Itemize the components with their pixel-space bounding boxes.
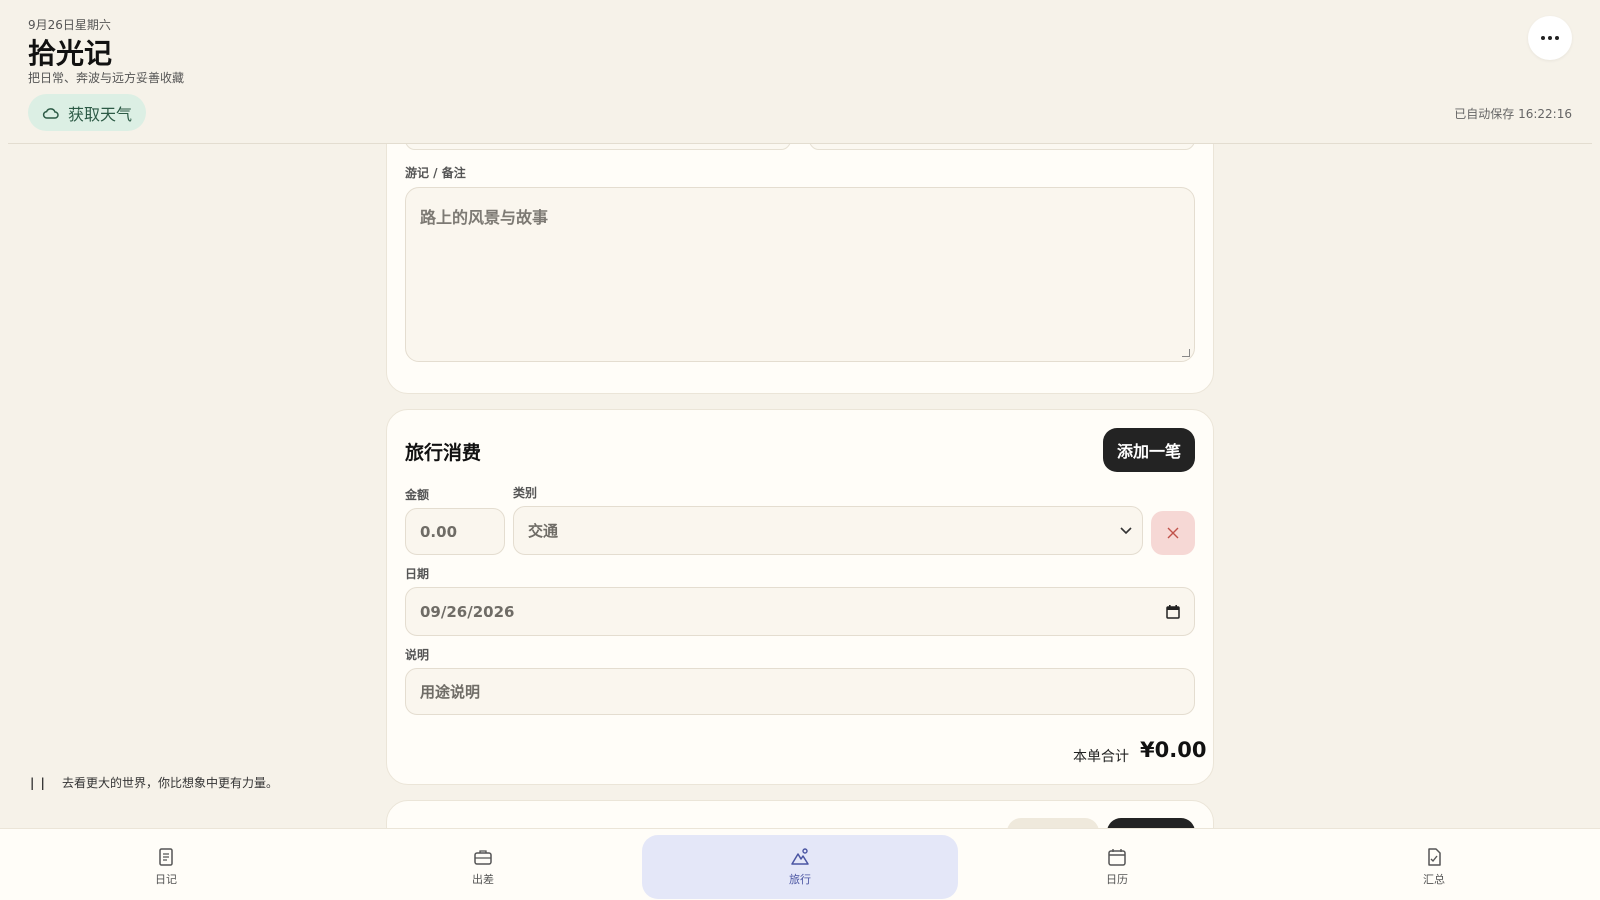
header-divider [8, 143, 1592, 144]
total-label: 本单合计 [1073, 749, 1129, 765]
journal-label: 游记 / 备注 [405, 166, 466, 180]
note-icon [159, 848, 173, 866]
calendar-icon [1108, 849, 1126, 866]
note-input[interactable]: 用途说明 [405, 668, 1195, 715]
add-expense-button[interactable]: 添加一笔 [1103, 428, 1195, 472]
quote-bar: | | 去看更大的世界，你比想象中更有力量。 [30, 774, 278, 791]
chevron-down-icon [1120, 526, 1132, 534]
date-input[interactable]: 09/26/2026 [405, 587, 1195, 636]
nav-label-business: 出差 [472, 873, 494, 886]
journal-placeholder: 路上的风景与故事 [420, 208, 549, 227]
note-placeholder: 用途说明 [420, 683, 481, 701]
header-date: 9月26日星期六 [28, 18, 111, 32]
ellipsis-icon [1541, 36, 1559, 40]
nav-label-diary: 日记 [155, 873, 177, 886]
note-label: 说明 [405, 648, 430, 662]
bottom-nav: 日记 出差 旅行 日历 汇总 [0, 828, 1600, 900]
mountain-icon [791, 848, 809, 865]
calendar-picker-icon[interactable] [1166, 604, 1180, 619]
category-value: 交通 [528, 522, 559, 540]
app-subtitle: 把日常、奔波与远方妥善收藏 [28, 71, 185, 85]
nav-item-business[interactable]: 出差 [325, 835, 641, 899]
more-options-button[interactable] [1528, 16, 1572, 60]
get-weather-button[interactable]: 获取天气 [28, 94, 147, 131]
amount-input[interactable]: 0.00 [405, 508, 505, 555]
amount-label: 金额 [405, 488, 430, 502]
cloud-icon [42, 107, 59, 119]
report-icon [1428, 848, 1441, 866]
category-select[interactable]: 交通 [513, 506, 1143, 555]
autosave-status: 已自动保存 16:22:16 [1454, 107, 1572, 121]
nav-item-summary[interactable]: 汇总 [1276, 835, 1592, 899]
nav-item-calendar[interactable]: 日历 [959, 835, 1275, 899]
app-header: 9月26日星期六 拾光记 把日常、奔波与远方妥善收藏 获取天气 已自动保存 16… [0, 0, 1600, 144]
pause-icon[interactable]: | | [30, 776, 46, 790]
date-value: 09/26/2026 [420, 602, 515, 621]
nav-label-calendar: 日历 [1106, 873, 1128, 886]
quote-text: 去看更大的世界，你比想象中更有力量。 [61, 776, 278, 790]
app-title: 拾光记 [28, 37, 113, 70]
nav-label-travel: 旅行 [789, 873, 811, 886]
date-label: 日期 [405, 567, 430, 581]
resize-grip-icon[interactable] [1182, 349, 1190, 357]
amount-placeholder: 0.00 [420, 522, 458, 541]
get-weather-label: 获取天气 [68, 104, 133, 124]
briefcase-icon [474, 850, 492, 865]
journal-textarea[interactable]: 路上的风景与故事 [405, 187, 1195, 362]
total-value: ¥0.00 [1140, 738, 1207, 762]
nav-item-travel[interactable]: 旅行 [642, 835, 958, 899]
category-label: 类别 [513, 486, 538, 500]
expenses-title: 旅行消费 [405, 442, 482, 464]
close-icon [1167, 527, 1179, 539]
nav-label-summary: 汇总 [1423, 873, 1445, 886]
nav-item-diary[interactable]: 日记 [8, 835, 324, 899]
delete-expense-button[interactable] [1151, 511, 1195, 555]
